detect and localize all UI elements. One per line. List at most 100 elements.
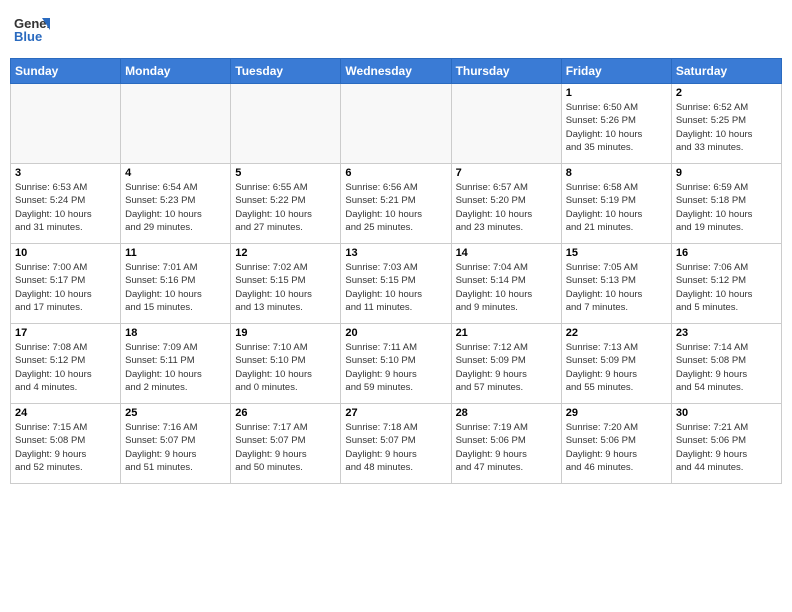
- day-number: 5: [235, 167, 336, 179]
- calendar-header-row: SundayMondayTuesdayWednesdayThursdayFrid…: [11, 59, 782, 84]
- calendar-cell: 14 Sunrise: 7:04 AM Sunset: 5:14 PM Dayli…: [451, 244, 561, 324]
- day-number: 25: [125, 407, 226, 419]
- day-info: Sunrise: 7:01 AM Sunset: 5:16 PM Dayligh…: [125, 261, 226, 314]
- calendar-cell: 6Sunrise: 6:56 AM Sunset: 5:21 PM Daylig…: [341, 164, 451, 244]
- day-number: 24: [15, 407, 116, 419]
- day-number: 28: [456, 407, 557, 419]
- calendar-cell: 1 Sunrise: 6:50 AM Sunset: 5:26 PM Daylig…: [561, 84, 671, 164]
- day-info: Sunrise: 7:15 AM Sunset: 5:08 PM Dayligh…: [15, 421, 116, 474]
- day-number: 9: [676, 167, 777, 179]
- day-info: Sunrise: 7:05 AM Sunset: 5:13 PM Dayligh…: [566, 261, 667, 314]
- day-info: Sunrise: 6:54 AM Sunset: 5:23 PM Dayligh…: [125, 181, 226, 234]
- day-number: 20: [345, 327, 446, 339]
- week-row-4: 17 Sunrise: 7:08 AM Sunset: 5:12 PM Dayli…: [11, 324, 782, 404]
- day-info: Sunrise: 6:55 AM Sunset: 5:22 PM Dayligh…: [235, 181, 336, 234]
- day-number: 8: [566, 167, 667, 179]
- day-number: 6: [345, 167, 446, 179]
- day-info: Sunrise: 7:20 AM Sunset: 5:06 PM Dayligh…: [566, 421, 667, 474]
- day-info: Sunrise: 7:18 AM Sunset: 5:07 PM Dayligh…: [345, 421, 446, 474]
- page-header: General Blue: [10, 10, 782, 50]
- day-number: 21: [456, 327, 557, 339]
- day-info: Sunrise: 7:12 AM Sunset: 5:09 PM Dayligh…: [456, 341, 557, 394]
- day-info: Sunrise: 7:21 AM Sunset: 5:06 PM Dayligh…: [676, 421, 777, 474]
- day-number: 27: [345, 407, 446, 419]
- day-number: 18: [125, 327, 226, 339]
- calendar-cell: [11, 84, 121, 164]
- day-info: Sunrise: 7:04 AM Sunset: 5:14 PM Dayligh…: [456, 261, 557, 314]
- day-number: 13: [345, 247, 446, 259]
- calendar-cell: 21 Sunrise: 7:12 AM Sunset: 5:09 PM Dayli…: [451, 324, 561, 404]
- calendar-cell: 7 Sunrise: 6:57 AM Sunset: 5:20 PM Daylig…: [451, 164, 561, 244]
- day-number: 11: [125, 247, 226, 259]
- logo-icon: General Blue: [14, 10, 50, 50]
- calendar-cell: 8Sunrise: 6:58 AM Sunset: 5:19 PM Daylig…: [561, 164, 671, 244]
- column-header-wednesday: Wednesday: [341, 59, 451, 84]
- calendar-cell: 10 Sunrise: 7:00 AM Sunset: 5:17 PM Dayli…: [11, 244, 121, 324]
- day-info: Sunrise: 7:13 AM Sunset: 5:09 PM Dayligh…: [566, 341, 667, 394]
- calendar-table: SundayMondayTuesdayWednesdayThursdayFrid…: [10, 58, 782, 484]
- calendar-cell: 18 Sunrise: 7:09 AM Sunset: 5:11 PM Dayli…: [121, 324, 231, 404]
- day-info: Sunrise: 7:11 AM Sunset: 5:10 PM Dayligh…: [345, 341, 446, 394]
- calendar-cell: 3 Sunrise: 6:53 AM Sunset: 5:24 PM Daylig…: [11, 164, 121, 244]
- day-number: 22: [566, 327, 667, 339]
- svg-text:Blue: Blue: [14, 29, 42, 44]
- calendar-cell: 11 Sunrise: 7:01 AM Sunset: 5:16 PM Dayli…: [121, 244, 231, 324]
- day-number: 30: [676, 407, 777, 419]
- day-info: Sunrise: 7:10 AM Sunset: 5:10 PM Dayligh…: [235, 341, 336, 394]
- day-info: Sunrise: 7:14 AM Sunset: 5:08 PM Dayligh…: [676, 341, 777, 394]
- week-row-5: 24 Sunrise: 7:15 AM Sunset: 5:08 PM Dayli…: [11, 404, 782, 484]
- column-header-saturday: Saturday: [671, 59, 781, 84]
- day-number: 10: [15, 247, 116, 259]
- logo: General Blue: [14, 10, 50, 50]
- week-row-1: 1 Sunrise: 6:50 AM Sunset: 5:26 PM Daylig…: [11, 84, 782, 164]
- day-info: Sunrise: 7:16 AM Sunset: 5:07 PM Dayligh…: [125, 421, 226, 474]
- day-info: Sunrise: 7:19 AM Sunset: 5:06 PM Dayligh…: [456, 421, 557, 474]
- calendar-cell: 12Sunrise: 7:02 AM Sunset: 5:15 PM Dayli…: [231, 244, 341, 324]
- day-info: Sunrise: 7:17 AM Sunset: 5:07 PM Dayligh…: [235, 421, 336, 474]
- calendar-cell: 17 Sunrise: 7:08 AM Sunset: 5:12 PM Dayli…: [11, 324, 121, 404]
- calendar-cell: 9 Sunrise: 6:59 AM Sunset: 5:18 PM Daylig…: [671, 164, 781, 244]
- day-number: 16: [676, 247, 777, 259]
- day-info: Sunrise: 6:53 AM Sunset: 5:24 PM Dayligh…: [15, 181, 116, 234]
- calendar-cell: [451, 84, 561, 164]
- calendar-cell: 24 Sunrise: 7:15 AM Sunset: 5:08 PM Dayli…: [11, 404, 121, 484]
- day-info: Sunrise: 6:59 AM Sunset: 5:18 PM Dayligh…: [676, 181, 777, 234]
- column-header-tuesday: Tuesday: [231, 59, 341, 84]
- calendar-cell: 30 Sunrise: 7:21 AM Sunset: 5:06 PM Dayli…: [671, 404, 781, 484]
- column-header-monday: Monday: [121, 59, 231, 84]
- column-header-sunday: Sunday: [11, 59, 121, 84]
- day-number: 26: [235, 407, 336, 419]
- day-info: Sunrise: 6:50 AM Sunset: 5:26 PM Dayligh…: [566, 101, 667, 154]
- calendar-cell: 25 Sunrise: 7:16 AM Sunset: 5:07 PM Dayli…: [121, 404, 231, 484]
- day-number: 1: [566, 87, 667, 99]
- day-number: 3: [15, 167, 116, 179]
- day-info: Sunrise: 6:52 AM Sunset: 5:25 PM Dayligh…: [676, 101, 777, 154]
- day-number: 2: [676, 87, 777, 99]
- calendar-cell: 27 Sunrise: 7:18 AM Sunset: 5:07 PM Dayli…: [341, 404, 451, 484]
- day-number: 29: [566, 407, 667, 419]
- day-info: Sunrise: 7:03 AM Sunset: 5:15 PM Dayligh…: [345, 261, 446, 314]
- day-number: 19: [235, 327, 336, 339]
- day-number: 17: [15, 327, 116, 339]
- week-row-2: 3 Sunrise: 6:53 AM Sunset: 5:24 PM Daylig…: [11, 164, 782, 244]
- calendar-cell: 26 Sunrise: 7:17 AM Sunset: 5:07 PM Dayli…: [231, 404, 341, 484]
- calendar-cell: 28 Sunrise: 7:19 AM Sunset: 5:06 PM Dayli…: [451, 404, 561, 484]
- calendar-cell: [121, 84, 231, 164]
- calendar-cell: 5 Sunrise: 6:55 AM Sunset: 5:22 PM Daylig…: [231, 164, 341, 244]
- day-number: 23: [676, 327, 777, 339]
- day-number: 14: [456, 247, 557, 259]
- day-info: Sunrise: 7:02 AM Sunset: 5:15 PM Dayligh…: [235, 261, 336, 314]
- day-number: 7: [456, 167, 557, 179]
- day-info: Sunrise: 7:09 AM Sunset: 5:11 PM Dayligh…: [125, 341, 226, 394]
- calendar-cell: 13 Sunrise: 7:03 AM Sunset: 5:15 PM Dayli…: [341, 244, 451, 324]
- calendar-cell: 19 Sunrise: 7:10 AM Sunset: 5:10 PM Dayli…: [231, 324, 341, 404]
- calendar-cell: 22 Sunrise: 7:13 AM Sunset: 5:09 PM Dayli…: [561, 324, 671, 404]
- column-header-friday: Friday: [561, 59, 671, 84]
- day-info: Sunrise: 7:00 AM Sunset: 5:17 PM Dayligh…: [15, 261, 116, 314]
- day-number: 4: [125, 167, 226, 179]
- day-info: Sunrise: 6:57 AM Sunset: 5:20 PM Dayligh…: [456, 181, 557, 234]
- week-row-3: 10 Sunrise: 7:00 AM Sunset: 5:17 PM Dayli…: [11, 244, 782, 324]
- day-info: Sunrise: 7:08 AM Sunset: 5:12 PM Dayligh…: [15, 341, 116, 394]
- calendar-cell: 2 Sunrise: 6:52 AM Sunset: 5:25 PM Daylig…: [671, 84, 781, 164]
- calendar-cell: 29 Sunrise: 7:20 AM Sunset: 5:06 PM Dayli…: [561, 404, 671, 484]
